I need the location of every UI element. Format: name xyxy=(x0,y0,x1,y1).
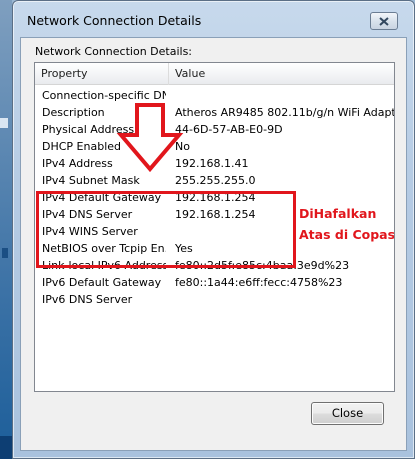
list-row-ipv4-subnet-mask[interactable]: IPv4 Subnet Mask 255.255.255.0 xyxy=(35,172,394,189)
list-row-ipv6-dns-server[interactable]: IPv6 DNS Server xyxy=(35,291,394,308)
row-value: 192.168.1.41 xyxy=(175,157,249,170)
network-connection-details-window: Network Connection Details Network Conne… xyxy=(12,0,415,459)
desktop-background xyxy=(0,0,12,459)
row-property: IPv6 DNS Server xyxy=(42,293,133,306)
close-icon xyxy=(379,16,389,26)
row-property: Link-local IPv6 Address xyxy=(42,259,166,272)
list-row-ipv4-address[interactable]: IPv4 Address 192.168.1.41 xyxy=(35,155,394,172)
row-value: fe80::1a44:e6ff:fecc:4758%23 xyxy=(175,276,343,289)
desktop-fragment xyxy=(2,248,8,258)
column-header-value[interactable]: Value xyxy=(169,63,394,85)
dialog-subtitle: Network Connection Details: xyxy=(35,45,193,58)
list-row-physical-address[interactable]: Physical Address 44-6D-57-AB-E0-9D xyxy=(35,121,394,138)
row-property: Description xyxy=(42,106,105,119)
row-property: IPv4 Default Gateway xyxy=(42,191,162,204)
annotation-line-1: DiHafalkan xyxy=(299,206,377,221)
title-close-button[interactable] xyxy=(370,12,398,30)
title-bar[interactable]: Network Connection Details xyxy=(13,1,414,37)
annotation-line-2: Atas di Copas xyxy=(299,227,395,242)
row-value: 44-6D-57-AB-E0-9D xyxy=(175,123,283,136)
list-row-dhcp-enabled[interactable]: DHCP Enabled No xyxy=(35,138,394,155)
row-property: NetBIOS over Tcpip En... xyxy=(42,242,166,255)
row-value: Atheros AR9485 802.11b/g/n WiFi Adapt xyxy=(175,106,395,119)
list-row-link-local-ipv6[interactable]: Link-local IPv6 Address fe80::2d5f:e85c:… xyxy=(35,257,394,274)
desktop-fragment xyxy=(0,118,8,128)
list-row-ipv6-default-gateway[interactable]: IPv6 Default Gateway fe80::1a44:e6ff:fec… xyxy=(35,274,394,291)
row-property: IPv4 WINS Server xyxy=(42,225,138,238)
row-property: IPv4 Address xyxy=(42,157,113,170)
dialog-client-area: Network Connection Details: Property Val… xyxy=(20,37,407,451)
row-property: IPv6 Default Gateway xyxy=(42,276,162,289)
list-row-connection-dns-suffix[interactable]: Connection-specific DN... xyxy=(35,87,394,104)
details-list[interactable]: Property Value Connection-specific DN...… xyxy=(34,62,395,392)
list-row-description[interactable]: Description Atheros AR9485 802.11b/g/n W… xyxy=(35,104,394,121)
row-value: No xyxy=(175,140,190,153)
list-rows: Connection-specific DN... Description At… xyxy=(35,87,394,308)
column-header-property[interactable]: Property xyxy=(35,63,169,85)
row-property: IPv4 DNS Server xyxy=(42,208,133,221)
row-value: fe80::2d5f:e85c:4baa:3e9d%23 xyxy=(175,259,350,272)
window-title: Network Connection Details xyxy=(27,13,202,28)
row-value: 255.255.255.0 xyxy=(175,174,256,187)
list-header: Property Value xyxy=(35,63,394,85)
taskbar-fragment xyxy=(0,436,12,459)
row-property: IPv4 Subnet Mask xyxy=(42,174,140,187)
row-property: DHCP Enabled xyxy=(42,140,122,153)
row-property: Connection-specific DN... xyxy=(42,89,166,102)
annotation-text: DiHafalkan Atas di Copas xyxy=(299,203,395,245)
close-button[interactable]: Close xyxy=(311,402,384,425)
row-property: Physical Address xyxy=(42,123,135,136)
